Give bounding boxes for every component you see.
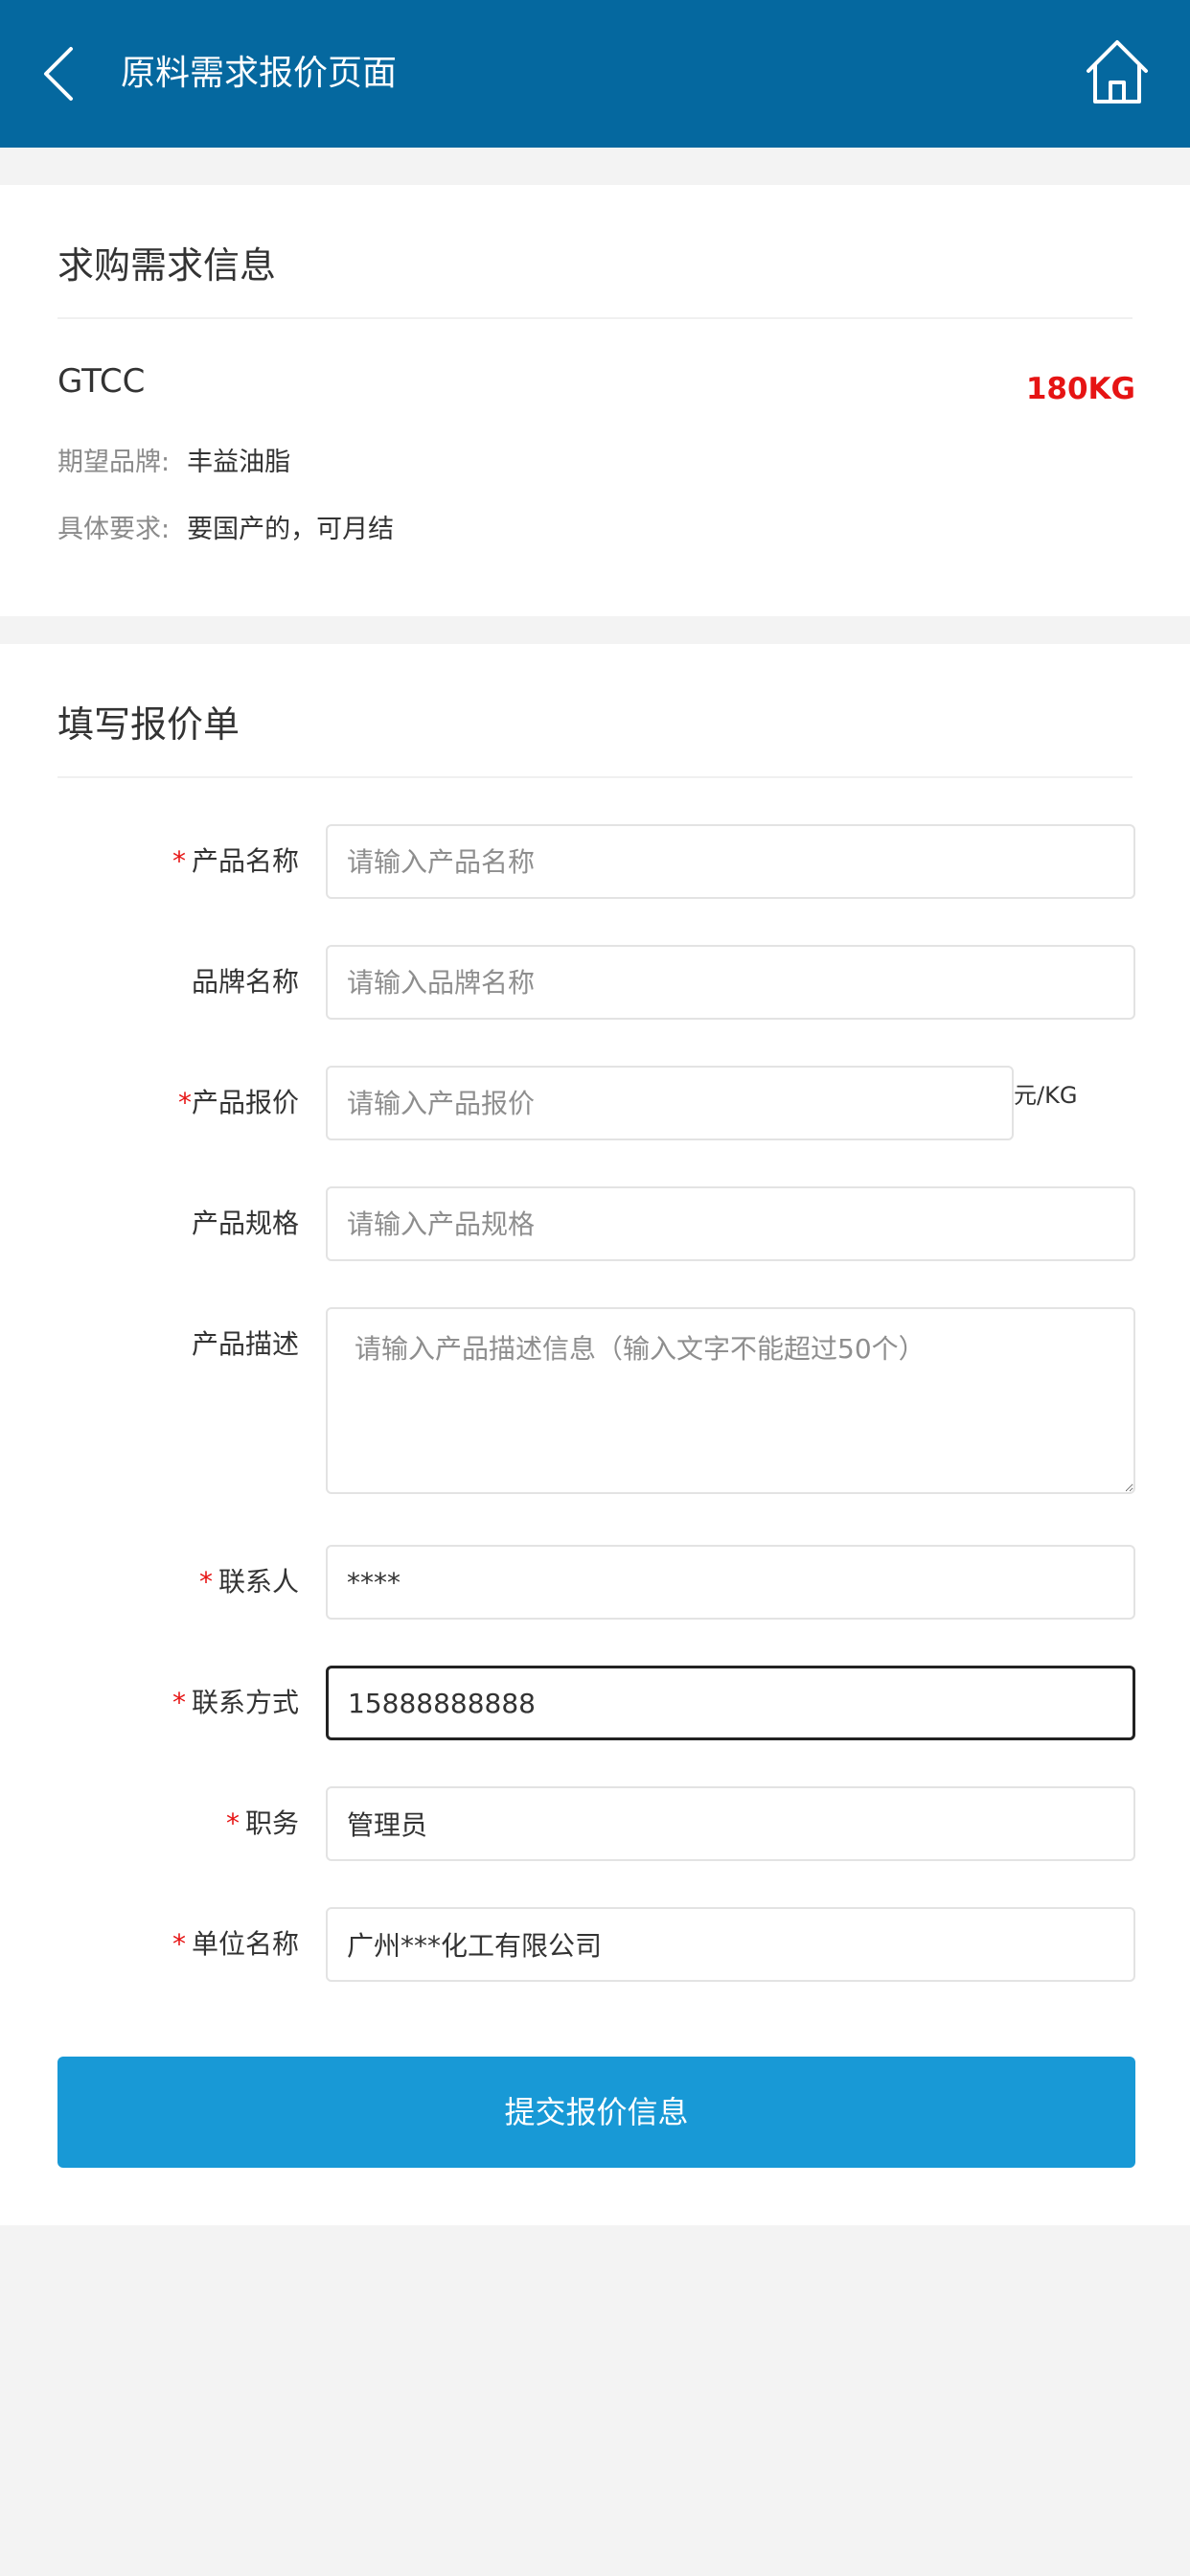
company-input[interactable] <box>326 1907 1135 1982</box>
price-label: *产品报价 <box>177 1087 299 1118</box>
required-mark: * <box>172 1687 186 1718</box>
back-button[interactable] <box>38 43 80 104</box>
home-icon <box>1087 40 1148 104</box>
price-row: *产品报价 元/KG <box>0 1066 1190 1140</box>
contact-input[interactable] <box>326 1545 1135 1620</box>
contact-row: * 联系人 <box>0 1545 1190 1620</box>
expected-brand-value: 丰益油脂 <box>187 448 291 477</box>
divider <box>57 776 1133 778</box>
demand-section-title: 求购需求信息 <box>57 244 277 287</box>
product-name-row: * 产品名称 <box>0 824 1190 899</box>
company-label: * 单位名称 <box>172 1928 299 1960</box>
app-header: 原料需求报价页面 <box>0 0 1190 148</box>
quote-form-card: 填写报价单 *产品名称 品牌名称 *产品报价 元/KG 产品规格 产品描述 *联… <box>0 644 1190 2225</box>
brand-name-label: 品牌名称 <box>191 966 299 998</box>
phone-label: * 联系方式 <box>172 1687 299 1718</box>
demand-info-card: 求购需求信息 GTCC 180KG 期望品牌: 丰益油脂 具体要求: 要国产的，可月… <box>0 185 1190 616</box>
required-mark: * <box>172 1928 186 1960</box>
required-mark: * <box>225 1807 240 1839</box>
quote-section-title: 填写报价单 <box>57 703 240 746</box>
requirement-label: 具体要求: <box>57 515 171 544</box>
page-title: 原料需求报价页面 <box>121 54 398 93</box>
chevron-left-icon <box>44 47 73 101</box>
spec-input[interactable] <box>326 1186 1135 1261</box>
brand-name-row: 品牌名称 <box>0 945 1190 1020</box>
requirement-value: 要国产的，可月结 <box>187 515 395 544</box>
expected-brand-label: 期望品牌: <box>57 448 171 477</box>
price-input[interactable] <box>326 1066 1014 1140</box>
demand-product-name: GTCC <box>57 362 146 401</box>
demand-quantity: 180KG <box>1025 372 1135 406</box>
divider <box>57 317 1133 319</box>
description-row: 产品描述 <box>0 1307 1190 1494</box>
price-unit: 元/KG <box>1014 1082 1078 1109</box>
contact-label: * 联系人 <box>198 1566 299 1598</box>
phone-row: * 联系方式 <box>0 1666 1190 1740</box>
spec-row: 产品规格 <box>0 1186 1190 1261</box>
description-textarea[interactable] <box>326 1307 1135 1494</box>
product-name-label: * 产品名称 <box>172 845 299 877</box>
position-input[interactable] <box>326 1786 1135 1861</box>
required-mark: * <box>172 845 186 877</box>
position-row: * 职务 <box>0 1786 1190 1861</box>
description-label: 产品描述 <box>191 1328 299 1360</box>
required-mark: * <box>198 1566 213 1598</box>
position-label: * 职务 <box>225 1807 299 1839</box>
expected-brand-row: 期望品牌: 丰益油脂 <box>57 444 290 482</box>
submit-quote-button[interactable]: 提交报价信息 <box>57 2057 1135 2168</box>
company-row: * 单位名称 <box>0 1907 1190 1982</box>
brand-name-input[interactable] <box>326 945 1135 1020</box>
spec-label: 产品规格 <box>191 1208 299 1239</box>
requirement-row: 具体要求: 要国产的，可月结 <box>57 511 394 549</box>
product-name-input[interactable] <box>326 824 1135 899</box>
required-mark: * <box>177 1087 192 1118</box>
home-button[interactable] <box>1081 34 1154 107</box>
phone-input[interactable] <box>326 1666 1135 1740</box>
